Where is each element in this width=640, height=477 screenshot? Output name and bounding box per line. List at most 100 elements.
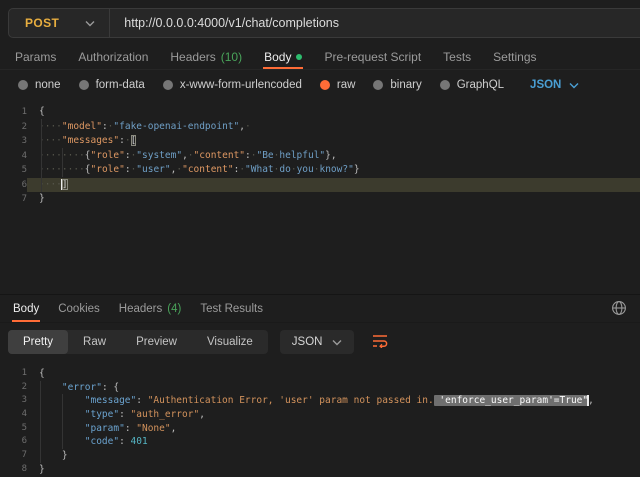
line-number: 7 (0, 449, 27, 463)
radio-icon (440, 80, 450, 90)
tab-label: Headers (119, 303, 162, 315)
code-line: 2 "error": { (0, 381, 640, 395)
radio-icon (320, 80, 330, 90)
line-number: 3 (0, 394, 27, 408)
line-content: "error": { (27, 381, 640, 395)
tab-label: Cookies (58, 303, 100, 315)
line-number: 1 (0, 105, 27, 120)
tab-label: Tests (443, 50, 471, 64)
radio-label: raw (337, 79, 356, 91)
view-raw[interactable]: Raw (68, 330, 121, 354)
tab-pre-request-script[interactable]: Pre-request Script (323, 45, 422, 69)
tab-body[interactable]: Body (12, 295, 40, 322)
line-content: "type": "auth_error", (27, 408, 640, 422)
code-line: 1{ (0, 367, 640, 381)
tab-label: Params (15, 50, 56, 64)
body-mode-form-data[interactable]: form-data (79, 79, 145, 91)
response-view-switcher: PrettyRawPreviewVisualize (8, 330, 268, 354)
request-body-editor[interactable]: 1{2····"model":·"fake-openai-endpoint",·… (0, 100, 640, 294)
request-url-bar: POST http://0.0.0.0:4000/v1/chat/complet… (8, 8, 640, 38)
request-language-label: JSON (530, 79, 561, 91)
radio-icon (18, 80, 28, 90)
code-line: 5········{"role":·"user",·"content":·"Wh… (0, 163, 640, 178)
tab-body[interactable]: Body (263, 45, 303, 69)
response-body-viewer[interactable]: 1{2 "error": {3 "message": "Authenticati… (0, 361, 640, 477)
response-language-select[interactable]: JSON (280, 330, 355, 354)
indent-guide (41, 119, 42, 192)
request-language-select[interactable]: JSON (530, 79, 579, 91)
line-number: 7 (0, 192, 27, 207)
line-content: "param": "None", (27, 422, 640, 436)
radio-label: binary (390, 79, 421, 91)
line-content: ····"model":·"fake-openai-endpoint",· (27, 120, 640, 135)
line-number: 4 (0, 408, 27, 422)
line-content: } (27, 192, 640, 207)
radio-icon (163, 80, 173, 90)
tab-headers[interactable]: Headers (10) (169, 45, 243, 69)
view-preview[interactable]: Preview (121, 330, 192, 354)
line-content: ········{"role":·"user",·"content":·"Wha… (27, 163, 640, 178)
code-line: 5 "param": "None", (0, 422, 640, 436)
line-content: ····] (27, 178, 640, 193)
code-line: 7} (0, 192, 640, 207)
postman-window: POST http://0.0.0.0:4000/v1/chat/complet… (0, 0, 640, 477)
code-line: 4········{"role":·"system",·"content":·"… (0, 149, 640, 164)
tab-label: Body (13, 303, 39, 315)
globe-icon[interactable] (610, 300, 628, 318)
response-tabs-row: Body Cookies Headers(4) Test Results (0, 295, 640, 323)
view-pretty[interactable]: Pretty (8, 330, 68, 354)
tab-settings[interactable]: Settings (492, 45, 537, 69)
line-number: 3 (0, 134, 27, 149)
line-number: 2 (0, 381, 27, 395)
code-line: 3 "message": "Authentication Error, 'use… (0, 394, 640, 408)
body-mode-binary[interactable]: binary (373, 79, 421, 91)
body-mode-row: none form-data x-www-form-urlencoded raw bin… (0, 70, 640, 100)
line-number: 4 (0, 149, 27, 164)
tab-label: Pre-request Script (324, 50, 421, 64)
response-toolbar: PrettyRawPreviewVisualize JSON (0, 323, 640, 361)
body-mode-radios: none form-data x-www-form-urlencoded raw bin… (18, 79, 504, 91)
radio-label: none (35, 79, 61, 91)
line-content: } (27, 463, 640, 477)
radio-icon (79, 80, 89, 90)
unsaved-dot-icon (296, 54, 302, 60)
line-content: "code": 401 (27, 435, 640, 449)
line-content: { (27, 367, 640, 381)
line-number: 2 (0, 120, 27, 135)
url-input[interactable]: http://0.0.0.0:4000/v1/chat/completions (110, 16, 339, 30)
line-content: { (27, 105, 640, 120)
body-mode-raw[interactable]: raw (320, 79, 356, 91)
tab-test-results[interactable]: Test Results (199, 295, 264, 322)
radio-label: x-www-form-urlencoded (180, 79, 302, 91)
tab-headers[interactable]: Headers(4) (118, 295, 183, 322)
body-mode-none[interactable]: none (18, 79, 61, 91)
line-content: "message": "Authentication Error, 'user'… (27, 394, 640, 408)
tab-label: Test Results (200, 303, 263, 315)
response-panel: Body Cookies Headers(4) Test Results Pretty… (0, 294, 640, 477)
line-number: 1 (0, 367, 27, 381)
code-line: 4 "type": "auth_error", (0, 408, 640, 422)
wrap-text-icon[interactable] (368, 332, 393, 353)
tab-label: Settings (493, 50, 536, 64)
request-bar-row: POST http://0.0.0.0:4000/v1/chat/complet… (0, 0, 640, 45)
chevron-down-icon (569, 82, 579, 89)
view-visualize[interactable]: Visualize (192, 330, 268, 354)
tab-authorization[interactable]: Authorization (77, 45, 149, 69)
code-line: 6····] (0, 178, 640, 193)
tab-label: Headers (170, 50, 215, 64)
line-content: } (27, 449, 640, 463)
body-mode-x-www-form-urlencoded[interactable]: x-www-form-urlencoded (163, 79, 302, 91)
body-mode-graphql[interactable]: GraphQL (440, 79, 504, 91)
method-selector[interactable]: POST (9, 9, 109, 37)
tab-label: Body (264, 50, 291, 64)
indent-guide (62, 394, 63, 449)
tab-tests[interactable]: Tests (442, 45, 472, 69)
code-line: 2····"model":·"fake-openai-endpoint",· (0, 120, 640, 135)
chevron-down-icon (332, 339, 342, 346)
indent-guide (40, 381, 41, 463)
code-line: 7 } (0, 449, 640, 463)
tab-cookies[interactable]: Cookies (57, 295, 101, 322)
code-line: 8} (0, 463, 640, 477)
tab-count-badge: (10) (221, 50, 242, 64)
tab-params[interactable]: Params (14, 45, 57, 69)
